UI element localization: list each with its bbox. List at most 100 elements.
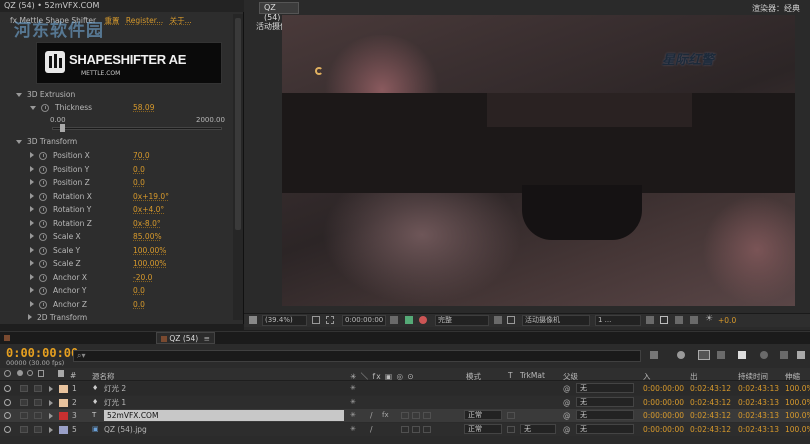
out-point[interactable]: 0:02:43:12 — [690, 396, 731, 409]
param-value[interactable]: 70.0 — [133, 149, 150, 162]
effects-scrollbar-thumb[interactable] — [235, 18, 241, 230]
pick-whip-icon[interactable]: @ — [563, 409, 571, 422]
resolution-dropdown[interactable]: 完整 — [435, 315, 489, 326]
lock-toggle[interactable] — [34, 412, 42, 419]
stopwatch-icon[interactable] — [39, 287, 47, 295]
param-anchor-x[interactable]: Anchor X -20.0 — [0, 271, 232, 284]
duration[interactable]: 0:02:43:13 — [738, 409, 779, 422]
stopwatch-icon[interactable] — [39, 152, 47, 160]
audio-icon[interactable] — [17, 370, 23, 376]
motion-blur-icon[interactable] — [738, 351, 746, 359]
label-color-chip[interactable] — [59, 398, 68, 407]
layer-name[interactable]: 52mVFX.COM — [104, 410, 344, 421]
param-scale-z[interactable]: Scale Z 100.00% — [0, 257, 232, 270]
param-value[interactable]: -20.0 — [133, 271, 152, 284]
composition-mini-flowchart-icon[interactable] — [650, 351, 658, 359]
param-anchor-y[interactable]: Anchor Y 0.0 — [0, 284, 232, 297]
zoom-dropdown[interactable]: (39.4%) — [262, 315, 307, 326]
stopwatch-icon[interactable] — [39, 300, 47, 309]
layer-name[interactable]: QZ (54).jpg — [104, 424, 147, 435]
stopwatch-icon[interactable] — [41, 104, 49, 112]
exposure-icon[interactable]: ☀ — [705, 314, 713, 324]
always-preview-icon[interactable] — [249, 316, 257, 324]
group-3d-transform[interactable]: 3D Transform — [16, 135, 248, 148]
group-3d-extrusion[interactable]: 3D Extrusion — [16, 88, 248, 101]
layer-row[interactable]: 5 ▣ QZ (54).jpg ✳ / 正常 无 @ 无 0:00:00:00 0:02:43:12… — [0, 422, 810, 436]
snapshot-icon[interactable] — [390, 316, 398, 324]
pick-whip-icon[interactable]: @ — [563, 423, 571, 436]
col-number[interactable]: # — [70, 371, 76, 380]
frame-blending-icon[interactable] — [717, 351, 725, 359]
out-point[interactable]: 0:02:43:12 — [690, 423, 731, 436]
col-mode[interactable]: 模式 — [466, 371, 481, 382]
duration[interactable]: 0:02:43:13 — [738, 423, 779, 436]
in-point[interactable]: 0:00:00:00 — [643, 409, 684, 422]
shy-switch-icon[interactable]: ✳ — [350, 382, 356, 395]
param-value[interactable]: 0.0 — [133, 284, 145, 297]
viewer-timecode[interactable]: 0:00:00:00 — [342, 315, 386, 326]
parent-dropdown[interactable]: 无 — [576, 396, 634, 407]
param-value[interactable]: 0x+19.0° — [133, 190, 169, 203]
blend-mode-dropdown[interactable]: 正常 — [464, 423, 502, 434]
in-point[interactable]: 0:00:00:00 — [643, 423, 684, 436]
motion-blur-toggle[interactable] — [412, 425, 420, 433]
camera-dropdown[interactable]: 活动摄像机 — [522, 315, 590, 326]
stretch[interactable]: 100.0% — [785, 409, 810, 422]
graph-editor-icon[interactable] — [760, 351, 768, 359]
param-position-z[interactable]: Position Z 0.0 — [0, 176, 232, 189]
in-point[interactable]: 0:00:00:00 — [643, 382, 684, 395]
channel-icon[interactable] — [419, 316, 427, 324]
stretch[interactable]: 100.0% — [785, 423, 810, 436]
timeline-timecode[interactable]: 0:00:00:00 — [6, 346, 78, 360]
param-scale-x[interactable]: Scale X 85.00% — [0, 230, 232, 243]
col-trkmat[interactable]: TrkMat — [520, 371, 545, 380]
param-value[interactable]: 85.00% — [133, 230, 162, 243]
out-point[interactable]: 0:02:43:12 — [690, 409, 731, 422]
param-position-x[interactable]: Position X 70.0 — [0, 149, 232, 162]
col-parent[interactable]: 父级 — [563, 371, 578, 382]
label-color-chip[interactable] — [59, 425, 68, 434]
stopwatch-icon[interactable] — [39, 246, 47, 255]
stopwatch-icon[interactable] — [39, 260, 47, 268]
toggle-pixel-aspect-icon[interactable] — [646, 316, 654, 324]
duration[interactable]: 0:02:43:13 — [738, 382, 779, 395]
layer-name[interactable]: 灯光 2 — [104, 383, 126, 394]
stopwatch-icon[interactable] — [39, 165, 47, 174]
frame-blend-toggle[interactable] — [401, 425, 409, 433]
tab-qz54[interactable]: QZ (54) ≡ — [156, 332, 215, 344]
composition-canvas[interactable]: 星际红警 — [282, 15, 795, 306]
param-value[interactable]: 100.00% — [133, 244, 166, 257]
blend-mode-dropdown[interactable]: 正常 — [464, 410, 502, 420]
quality-switch-icon[interactable]: / — [370, 409, 373, 422]
param-value[interactable]: 0.0 — [133, 298, 145, 311]
composition-tab[interactable]: QZ (54) — [259, 2, 299, 22]
eye-icon[interactable] — [4, 398, 11, 406]
motion-blur-toggle[interactable] — [412, 412, 420, 419]
chevron-right-icon[interactable] — [49, 386, 53, 392]
param-scale-y[interactable]: Scale Y 100.00% — [0, 244, 232, 257]
lock-toggle[interactable] — [34, 425, 42, 433]
label-icon[interactable] — [58, 370, 64, 377]
col-switches[interactable]: ✳ ＼ fx ▣ ◎ ⊙ — [350, 371, 415, 382]
eye-icon[interactable] — [4, 370, 11, 377]
label-color-chip[interactable] — [59, 385, 68, 393]
lock-icon[interactable] — [38, 370, 44, 377]
thickness-slider-handle[interactable] — [59, 124, 65, 132]
param-value[interactable]: 0.0 — [133, 176, 145, 189]
param-value[interactable]: 100.00% — [133, 257, 166, 270]
lock-toggle[interactable] — [34, 398, 42, 406]
param-rotation-z[interactable]: Rotation Z 0x-8.0° — [0, 217, 232, 230]
layer-row[interactable]: 2 ♦ 灯光 1 ✳ @ 无 0:00:00:00 0:02:43:12 0:02:43:13 1… — [0, 395, 810, 409]
solo-toggle[interactable] — [20, 425, 28, 433]
stopwatch-icon[interactable] — [39, 219, 47, 228]
stopwatch-icon[interactable] — [39, 179, 47, 187]
parent-dropdown[interactable]: 无 — [576, 410, 634, 420]
solo-toggle[interactable] — [20, 398, 28, 406]
col-in[interactable]: 入 — [643, 371, 651, 382]
transparency-grid-icon[interactable] — [507, 316, 515, 324]
param-value[interactable]: 0x-8.0° — [133, 217, 161, 230]
about-link[interactable]: 关于... — [170, 16, 192, 25]
region-of-interest-icon[interactable] — [326, 316, 334, 324]
group-2d-transform[interactable]: 2D Transform — [28, 311, 260, 324]
shy-switch-icon[interactable]: ✳ — [350, 423, 356, 436]
